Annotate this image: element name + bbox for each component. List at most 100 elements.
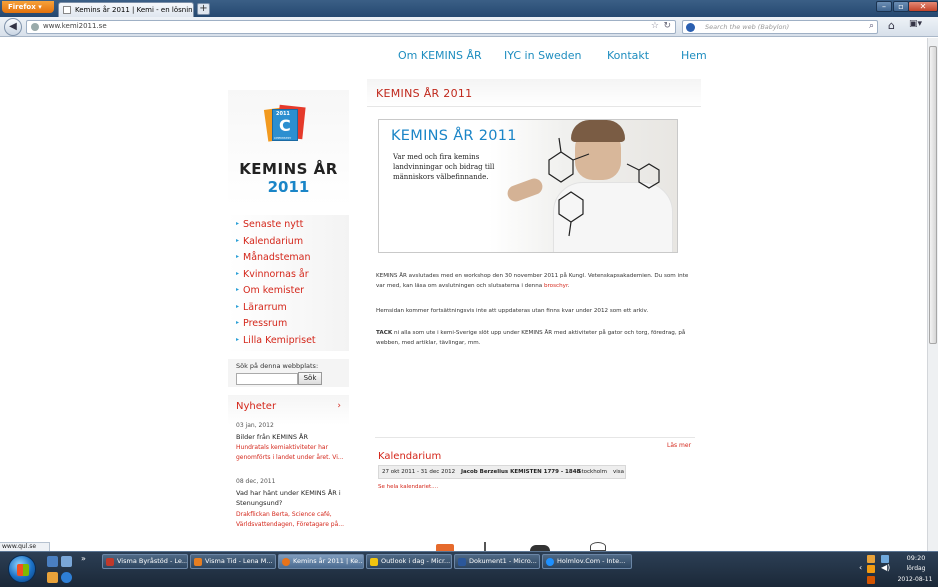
tab-favicon-icon	[63, 6, 71, 14]
footer-deco-shape	[484, 542, 486, 551]
menu-item-label: Lilla Kemipriset	[243, 335, 316, 346]
quicklaunch-folder-icon[interactable]	[47, 572, 58, 583]
firefox-menu-button[interactable]: Firefox ▾	[2, 1, 54, 13]
taskbar-item-label: Visma Tid - Lena M...	[205, 557, 273, 565]
new-tab-button[interactable]: +	[197, 3, 210, 15]
search-engine-icon[interactable]	[686, 23, 695, 32]
nav-link-om-kemins-ar[interactable]: Om KEMINS ÅR	[398, 49, 482, 62]
tray-app-icon[interactable]	[867, 555, 875, 563]
site-logo[interactable]: 2011 C CHEMISTRY KEMINS ÅR 2011	[228, 90, 349, 206]
home-icon[interactable]: ⌂	[888, 19, 895, 32]
bullet-icon: ▸	[236, 220, 240, 227]
menu-item-label: Månadsteman	[243, 252, 311, 263]
side-menu: ▸ Senaste nytt ▸ Kalendarium ▸ Månadsteman …	[228, 215, 349, 351]
show-desktop-icon[interactable]	[47, 556, 58, 567]
menu-item-lararrum[interactable]: ▸ Lärarrum	[236, 302, 287, 313]
news-date: 08 dec, 2011	[236, 478, 276, 485]
bullet-icon: ▸	[236, 336, 240, 343]
news-arrow-icon[interactable]: ›	[337, 401, 341, 411]
tray-flag-icon[interactable]	[867, 576, 875, 584]
bullet-icon: ▸	[236, 253, 240, 260]
molecule-drawing-icon	[548, 137, 660, 237]
clock-date[interactable]: 2012-08-11	[893, 576, 937, 583]
start-button[interactable]	[8, 555, 36, 583]
menu-item-label: Om kemister	[243, 285, 305, 296]
menu-item-pressrum[interactable]: ▸ Pressrum	[236, 318, 287, 329]
taskbar-app-icon	[194, 558, 202, 566]
section-divider	[375, 437, 695, 438]
taskbar-item[interactable]: Outlook i dag - Micr...	[366, 554, 452, 569]
back-button[interactable]: ◀	[4, 18, 22, 36]
menu-item-kvinnornas-ar[interactable]: ▸ Kvinnornas år	[236, 269, 309, 280]
read-more-link[interactable]: Läs mer	[667, 442, 691, 449]
calendar-heading[interactable]: Kalendarium	[378, 451, 441, 462]
site-search-label: Sök på denna webbplats:	[236, 362, 319, 370]
taskbar-item-label: Holmlov.Com - Inte...	[557, 557, 626, 565]
thanks-bold: TACK	[376, 330, 393, 336]
news-title[interactable]: Vad har hänt under KEMINS ÅR i Stenungsu…	[236, 488, 346, 508]
thanks-text: ni alla som ute i kemi-Sverige slöt upp …	[376, 330, 686, 346]
nav-link-kontakt[interactable]: Kontakt	[607, 49, 649, 62]
search-magnifier-icon[interactable]: ⌕	[869, 21, 874, 31]
intro-text-end: .	[567, 283, 570, 289]
clock-day[interactable]: lördag	[898, 565, 934, 572]
url-bar[interactable]: www.kemi2011.se ☆ ↻	[26, 20, 676, 34]
bullet-icon: ▸	[236, 270, 240, 277]
news-excerpt[interactable]: Drakflickan Berta, Science café, Världsv…	[236, 510, 346, 530]
maximize-button[interactable]: ▫	[893, 1, 909, 12]
switch-windows-icon[interactable]	[61, 556, 72, 567]
bookmarks-menu-icon[interactable]: ▣▾	[909, 19, 922, 29]
web-search-bar[interactable]: Search the web (Babylon) ⌕	[682, 20, 878, 34]
calendar-view-link[interactable]: visa	[613, 466, 624, 478]
nav-link-hem[interactable]: Hem	[681, 49, 707, 62]
menu-item-manadsteman[interactable]: ▸ Månadsteman	[236, 252, 311, 263]
broschyr-link[interactable]: broschyr	[544, 283, 568, 289]
taskbar-app-icon	[546, 558, 554, 566]
quicklaunch-ie-icon[interactable]	[61, 572, 72, 583]
browser-tab[interactable]: Kemins år 2011 | Kemi - en lösning för f…	[58, 2, 194, 17]
tray-network-icon[interactable]	[881, 555, 889, 563]
minimize-button[interactable]: –	[876, 1, 892, 12]
menu-item-om-kemister[interactable]: ▸ Om kemister	[236, 285, 304, 296]
calendar-dates: 27 okt 2011 - 31 dec 2012	[382, 469, 456, 475]
bullet-icon: ▸	[236, 237, 240, 244]
site-search-input[interactable]	[236, 373, 298, 385]
taskbar-app-icon	[106, 558, 114, 566]
tray-expand-icon[interactable]: ‹	[859, 563, 862, 572]
menu-item-label: Kvinnornas år	[243, 269, 309, 280]
reload-icon[interactable]: ↻	[663, 21, 671, 31]
main-heading-bar: KEMINS ÅR 2011	[367, 79, 701, 107]
nav-link-iyc-in-sweden[interactable]: IYC in Sweden	[504, 49, 582, 62]
news-title[interactable]: Bilder från KEMINS ÅR	[236, 432, 346, 442]
volume-icon[interactable]: ◀)	[881, 563, 890, 572]
taskbar-item-label: Outlook i dag - Micr...	[381, 557, 451, 565]
news-excerpt[interactable]: Hundratals kemiaktiviteter har genomfört…	[236, 443, 346, 463]
browser-status-bar: www.qul.se	[0, 542, 50, 551]
quicklaunch-expand-icon[interactable]: »	[81, 554, 86, 563]
calendar-place: Stockholm	[578, 469, 607, 475]
page-title: KEMINS ÅR 2011	[376, 87, 473, 100]
menu-item-kalendarium[interactable]: ▸ Kalendarium	[236, 236, 303, 247]
taskbar-item[interactable]: Visma Tid - Lena M...	[190, 554, 276, 569]
tray-update-icon[interactable]	[867, 565, 875, 573]
logo-badge-letter: C	[279, 116, 291, 135]
intro-paragraph: KEMINS ÅR avslutades med en workshop den…	[376, 271, 694, 291]
menu-item-lilla-kemipriset[interactable]: ▸ Lilla Kemipriset	[236, 335, 316, 346]
taskbar-item[interactable]: Visma Byråstöd - Le...	[102, 554, 188, 569]
close-button[interactable]: ✕	[908, 1, 938, 12]
banner-text: Var med och fira kemins landvinningar oc…	[393, 153, 495, 181]
clock-time[interactable]: 09:20	[898, 554, 934, 562]
scrollbar-thumb[interactable]	[929, 46, 937, 344]
taskbar-item[interactable]: Holmlov.Com - Inte...	[542, 554, 632, 569]
menu-item-senaste-nytt[interactable]: ▸ Senaste nytt	[236, 219, 303, 230]
page-viewport: Om KEMINS ÅR IYC in Sweden Kontakt Hem 2…	[0, 38, 927, 551]
bullet-icon: ▸	[236, 303, 240, 310]
taskbar-item[interactable]: Dokument1 - Micro...	[454, 554, 540, 569]
page-scrollbar[interactable]	[927, 38, 938, 551]
news-heading[interactable]: Nyheter	[236, 401, 276, 412]
bookmark-star-icon[interactable]: ☆	[651, 21, 659, 31]
taskbar-item-active[interactable]: Kemins år 2011 | Ke...	[278, 554, 364, 569]
banner-title: KEMINS ÅR 2011	[391, 128, 517, 144]
see-all-calendar-link[interactable]: Se hela kalendariet....	[378, 484, 438, 490]
site-search-button[interactable]: Sök	[298, 372, 322, 385]
